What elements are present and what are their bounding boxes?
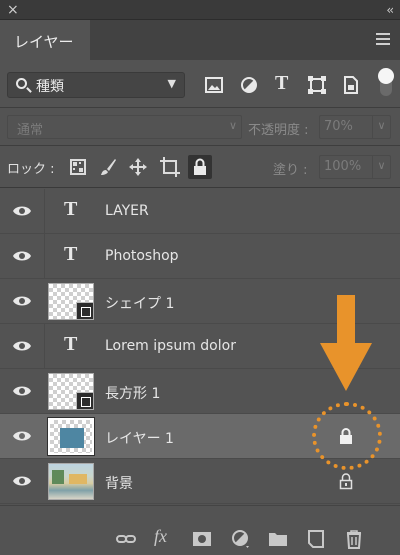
shape-layer-icon bbox=[76, 392, 93, 409]
text-layer-icon: T bbox=[64, 333, 78, 355]
adjustment-filter-icon[interactable] bbox=[240, 76, 258, 94]
eye-icon[interactable] bbox=[12, 201, 32, 221]
chevron-down-icon[interactable]: ∨ bbox=[372, 116, 390, 138]
annotation-arrow bbox=[320, 295, 372, 391]
layer-thumbnail[interactable] bbox=[48, 463, 94, 500]
layer-thumbnail[interactable] bbox=[48, 373, 94, 410]
text-layer-icon: T bbox=[64, 198, 78, 220]
search-icon bbox=[16, 78, 27, 89]
fill-value: 100% bbox=[324, 159, 362, 174]
chevron-down-icon[interactable]: ∨ bbox=[372, 156, 390, 178]
annotation-circle bbox=[312, 402, 382, 470]
blend-row: 通常 ∨ 不透明度 : 70% ∨ bbox=[0, 108, 400, 146]
filter-toggle-switch[interactable] bbox=[378, 68, 394, 96]
panel-title-bar: × ‹‹ bbox=[0, 0, 400, 20]
lock-artboard-icon[interactable] bbox=[160, 157, 180, 177]
opacity-field[interactable]: 70% ∨ bbox=[319, 115, 391, 139]
layer-row[interactable]: T LAYER bbox=[0, 189, 400, 234]
blend-mode-value: 通常 bbox=[17, 123, 44, 138]
lock-icon[interactable] bbox=[339, 473, 353, 490]
eye-icon[interactable] bbox=[12, 426, 32, 446]
panel-footer: fx bbox=[0, 505, 400, 555]
fill-label: 塗り : bbox=[273, 163, 308, 178]
thumbnail-content bbox=[60, 428, 84, 448]
layer-name[interactable]: 背景 bbox=[105, 473, 133, 493]
layer-filter-row: 種類 ▼ T bbox=[0, 60, 400, 108]
close-panel-button[interactable]: × bbox=[7, 1, 19, 19]
chevron-down-icon: ▼ bbox=[167, 77, 176, 90]
filter-kind-label: 種類 bbox=[36, 79, 64, 95]
eye-icon[interactable] bbox=[12, 336, 32, 356]
divider bbox=[44, 189, 45, 234]
layer-name[interactable]: LAYER bbox=[105, 203, 149, 219]
layer-name[interactable]: Lorem ipsum dolor bbox=[105, 338, 236, 354]
opacity-label: 不透明度 : bbox=[248, 123, 309, 138]
lock-image-pixels-icon[interactable] bbox=[98, 157, 118, 177]
eye-icon[interactable] bbox=[12, 471, 32, 491]
layer-row[interactable]: T Photoshop bbox=[0, 234, 400, 279]
new-fill-adjustment-icon[interactable] bbox=[230, 528, 252, 550]
filter-kind-select[interactable]: 種類 ▼ bbox=[7, 72, 185, 98]
eye-icon[interactable] bbox=[12, 246, 32, 266]
layer-thumbnail[interactable] bbox=[48, 283, 94, 320]
layer-name[interactable]: 長方形 1 bbox=[105, 383, 160, 403]
tab-layers[interactable]: レイヤー bbox=[0, 20, 90, 60]
add-mask-icon[interactable] bbox=[191, 528, 213, 550]
image-filter-icon[interactable] bbox=[205, 76, 223, 94]
chevron-down-icon: ∨ bbox=[228, 119, 237, 132]
new-group-icon[interactable] bbox=[267, 528, 289, 550]
fill-field[interactable]: 100% ∨ bbox=[319, 155, 391, 179]
layer-name[interactable]: Photoshop bbox=[105, 248, 179, 264]
layer-name[interactable]: シェイプ 1 bbox=[105, 293, 174, 313]
eye-icon[interactable] bbox=[12, 381, 32, 401]
shape-filter-icon[interactable] bbox=[308, 76, 326, 94]
hamburger-icon[interactable] bbox=[376, 33, 390, 45]
lock-all-icon[interactable] bbox=[188, 155, 212, 179]
link-layers-icon[interactable] bbox=[115, 528, 137, 550]
layer-name[interactable]: レイヤー 1 bbox=[105, 428, 174, 448]
opacity-value: 70% bbox=[324, 119, 353, 134]
fx-icon[interactable]: fx bbox=[154, 526, 176, 548]
smart-object-filter-icon[interactable] bbox=[342, 76, 360, 94]
lock-position-icon[interactable] bbox=[128, 157, 148, 177]
eye-icon[interactable] bbox=[12, 291, 32, 311]
divider bbox=[44, 234, 45, 279]
layer-thumbnail[interactable] bbox=[47, 417, 95, 456]
text-filter-icon[interactable]: T bbox=[275, 72, 293, 94]
new-layer-icon[interactable] bbox=[305, 528, 327, 550]
delete-icon[interactable] bbox=[343, 528, 365, 550]
panel-tab-bar: レイヤー bbox=[0, 20, 400, 60]
collapse-panel-button[interactable]: ‹‹ bbox=[386, 1, 393, 19]
lock-label: ロック : bbox=[7, 162, 55, 177]
lock-transparent-pixels-icon[interactable] bbox=[68, 157, 88, 177]
text-layer-icon: T bbox=[64, 243, 78, 265]
lock-row: ロック : 塗り : 100% ∨ bbox=[0, 146, 400, 188]
shape-layer-icon bbox=[76, 302, 93, 319]
divider bbox=[44, 324, 45, 369]
blend-mode-select[interactable]: 通常 ∨ bbox=[7, 115, 242, 139]
